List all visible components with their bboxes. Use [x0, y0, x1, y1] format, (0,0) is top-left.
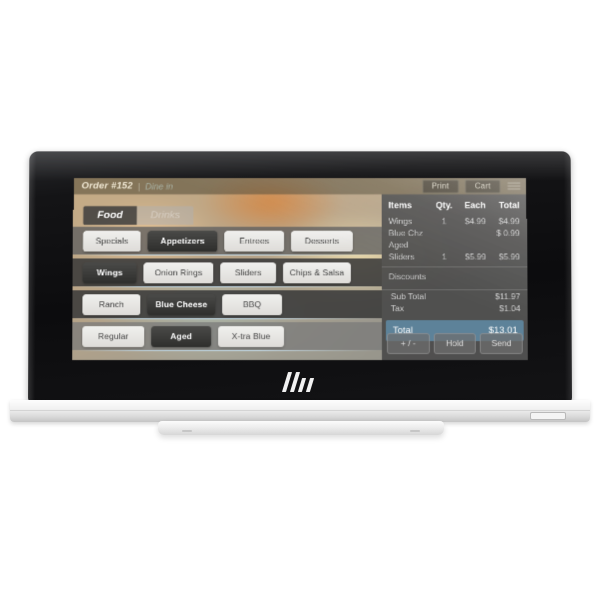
ticket-line-item[interactable]: Aged	[382, 239, 527, 251]
order-bar-actions: Print Cart	[421, 179, 527, 193]
tax-label: Tax	[390, 303, 404, 314]
port-icon	[530, 412, 566, 420]
column-header-total: Total	[498, 200, 520, 211]
ticket-line-item[interactable]: Blue Chz $ 0.99	[382, 227, 527, 239]
order-ticket-panel: Items Qty. Each Total Wings 1 $4.99 $4.9…	[381, 194, 528, 361]
line-item-total: $5.99	[498, 251, 521, 262]
category-row: Specials Appetizers Entrees Desserts	[73, 226, 382, 255]
discounts-label[interactable]: Discounts	[382, 268, 528, 286]
sub-total-label: Sub Total	[390, 291, 426, 302]
column-header-items: Items	[388, 200, 412, 211]
stand-notch-left	[182, 430, 192, 432]
category-button-specials[interactable]: Specials	[83, 230, 141, 252]
column-header-each: Each	[464, 200, 486, 211]
style-button-xtra-blue[interactable]: X-tra Blue	[218, 325, 285, 347]
tab-drinks[interactable]: Drinks	[136, 206, 195, 226]
pos-screen: Order #152 | Dine in Print Cart Food Dri…	[72, 177, 528, 361]
line-item-total: $4.99	[498, 216, 520, 226]
item-button-chips-salsa[interactable]: Chips & Salsa	[283, 262, 351, 283]
line-item-each: $5.99	[464, 251, 487, 262]
ticket-line-item[interactable]: Wings 1 $4.99 $4.99	[382, 215, 527, 227]
device-stand	[158, 421, 444, 435]
item-button-wings[interactable]: Wings	[82, 262, 137, 283]
category-button-desserts[interactable]: Desserts	[291, 230, 353, 252]
line-item-total: $ 0.99	[496, 227, 520, 238]
print-button[interactable]: Print	[421, 179, 460, 193]
category-button-appetizers[interactable]: Appetizers	[147, 230, 218, 252]
display-bezel: Order #152 | Dine in Print Cart Food Dri…	[28, 151, 572, 402]
hamburger-menu-icon[interactable]	[507, 180, 522, 192]
sauce-button-blue-cheese[interactable]: Blue Cheese	[147, 293, 216, 315]
ticket-line-item[interactable]: Sliders 1 $5.99 $5.99	[382, 251, 527, 263]
sub-total-value: $11.97	[494, 291, 521, 302]
item-button-sliders[interactable]: Sliders	[220, 262, 277, 283]
line-item-name: Wings	[388, 216, 413, 226]
bezel-sheen	[29, 151, 571, 182]
sauce-button-ranch[interactable]: Ranch	[82, 293, 141, 315]
line-item-qty: 1	[441, 251, 447, 262]
category-button-entrees[interactable]: Entrees	[224, 230, 285, 252]
menu-tabs: Food Drinks	[83, 206, 195, 226]
ticket-action-bar: + / - Hold Send	[382, 333, 528, 355]
line-item-name: Aged	[388, 239, 409, 250]
device-chin	[28, 362, 572, 402]
line-item-name: Sliders	[388, 251, 415, 262]
hold-button[interactable]: Hold	[433, 333, 477, 355]
style-button-regular[interactable]: Regular	[82, 325, 145, 347]
ticket-header-row: Items Qty. Each Total	[381, 194, 526, 215]
tax-row: Tax $1.04	[382, 302, 528, 314]
item-button-onion-rings[interactable]: Onion Rings	[143, 262, 214, 283]
device-base	[10, 400, 590, 422]
screenshot-stage: Order #152 | Dine in Print Cart Food Dri…	[0, 0, 600, 600]
order-type-label: Dine in	[145, 181, 173, 191]
menu-area: Food Drinks Specials Appetizers Entrees …	[72, 194, 382, 360]
line-item-qty: 1	[441, 216, 447, 226]
order-bar: Order #152 | Dine in Print Cart	[73, 177, 527, 195]
plus-minus-button[interactable]: + / -	[386, 333, 430, 355]
tab-food[interactable]: Food	[83, 206, 137, 226]
stand-notch-right	[410, 430, 420, 432]
line-item-each: $4.99	[464, 216, 486, 226]
hp-pos-device: Order #152 | Dine in Print Cart Food Dri…	[28, 150, 572, 402]
cart-button[interactable]: Cart	[464, 179, 501, 193]
item-row: Wings Onion Rings Sliders Chips & Salsa	[72, 258, 382, 287]
base-seam	[10, 410, 590, 411]
style-row: Regular Aged X-tra Blue	[72, 322, 382, 351]
send-button[interactable]: Send	[480, 333, 523, 355]
tax-value: $1.04	[499, 303, 521, 314]
order-separator: |	[137, 181, 141, 191]
hp-logo	[281, 372, 317, 393]
sub-total-row: Sub Total $11.97	[382, 290, 528, 302]
style-button-aged[interactable]: Aged	[151, 325, 212, 347]
sauce-button-bbq[interactable]: BBQ	[222, 293, 283, 315]
column-header-qty: Qty.	[435, 200, 453, 211]
order-id-label: Order #152	[81, 180, 133, 192]
sauce-row: Ranch Blue Cheese BBQ	[72, 290, 382, 319]
line-item-name: Blue Chz	[388, 227, 423, 238]
